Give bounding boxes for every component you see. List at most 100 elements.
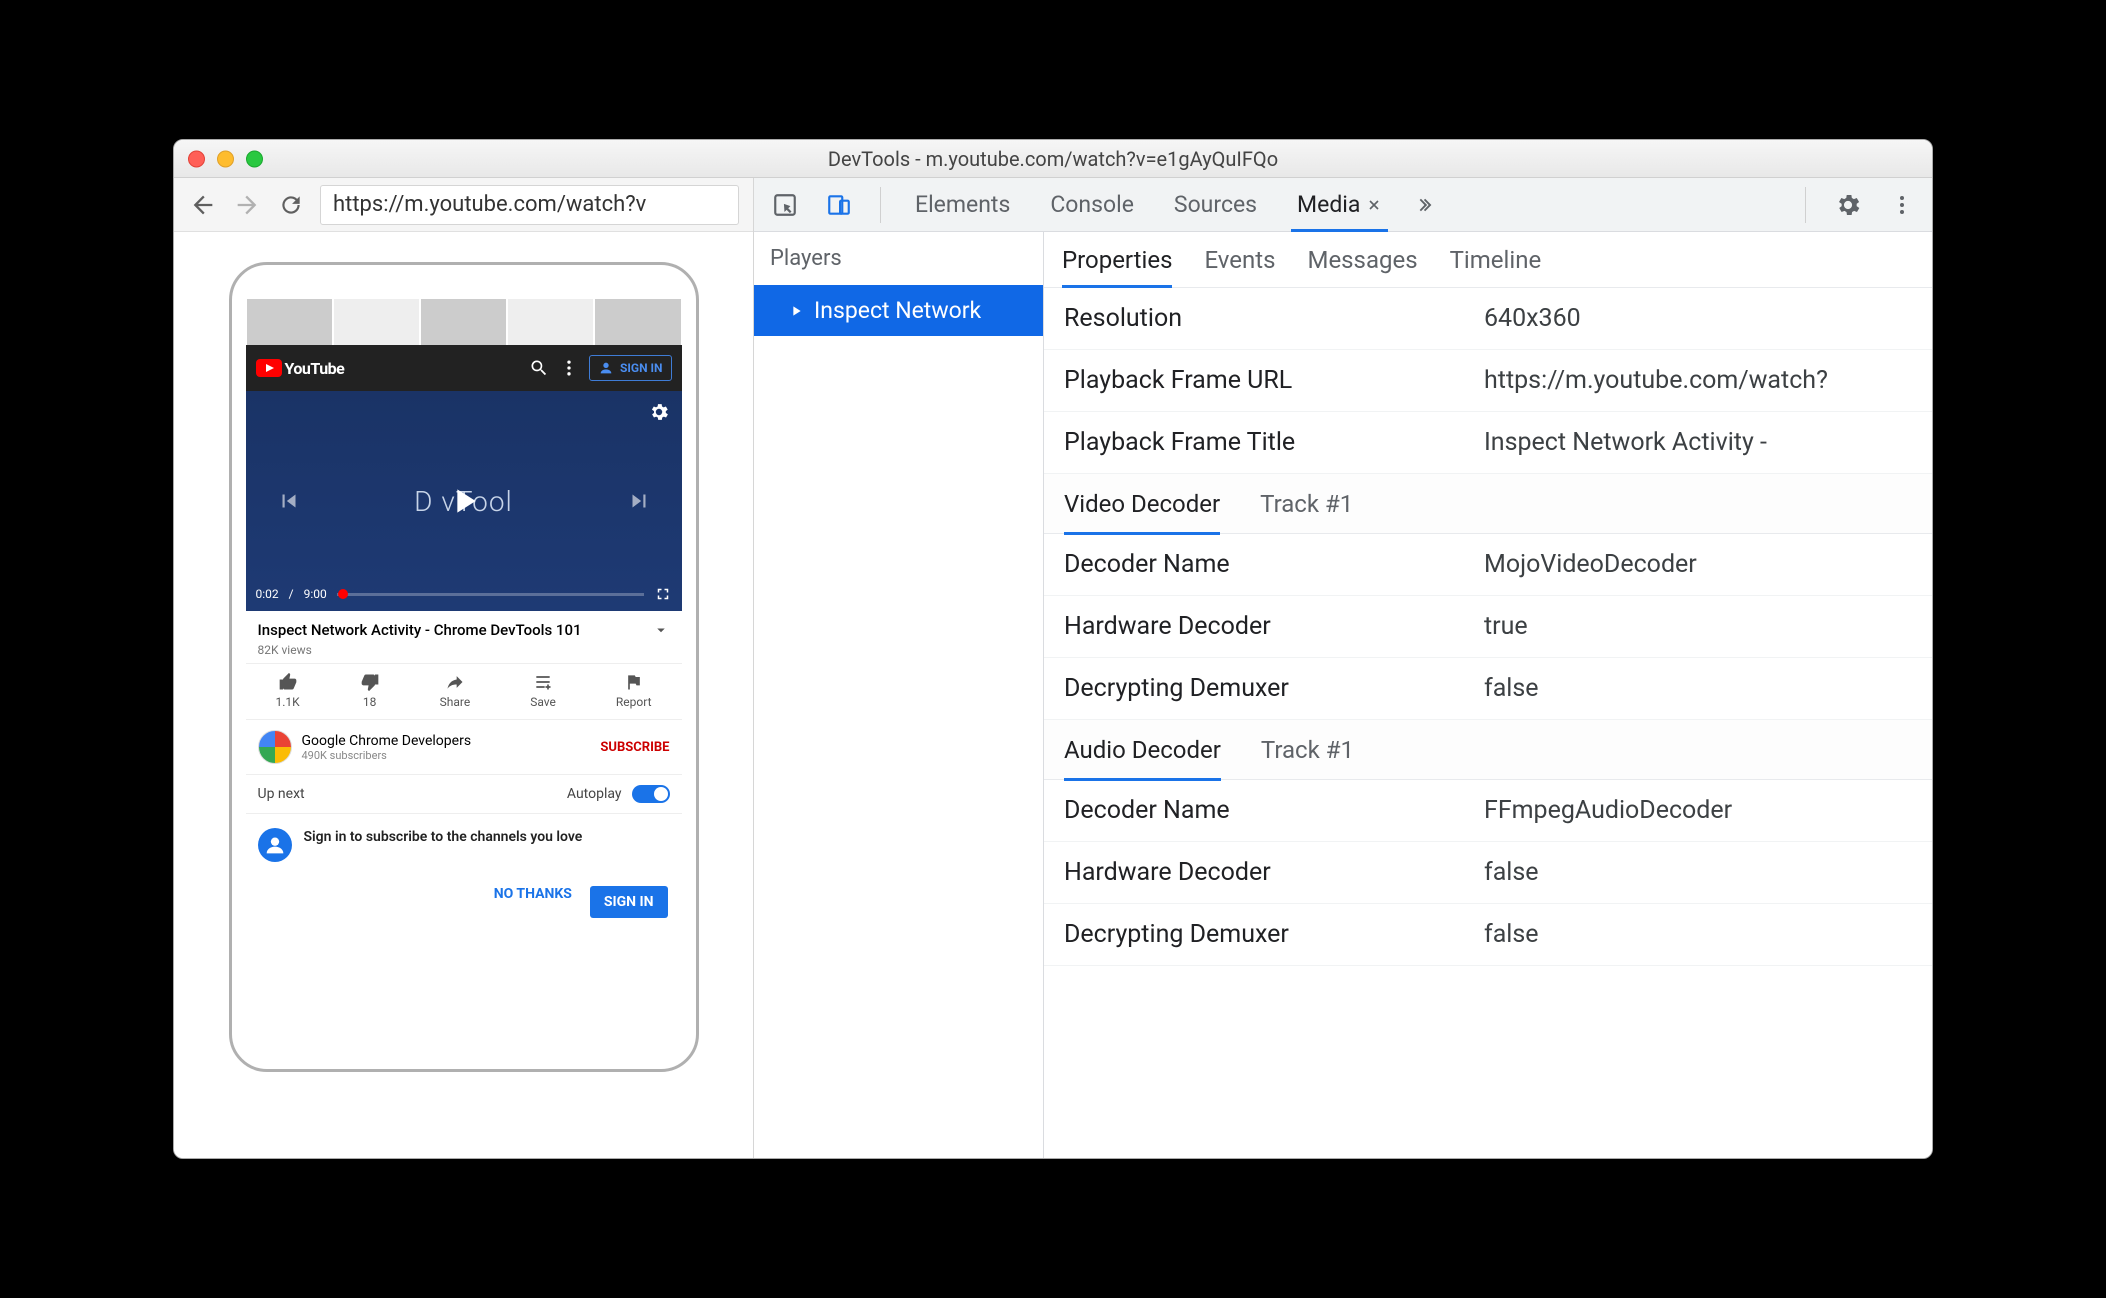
section-video-decoder[interactable]: Video Decoder (1064, 490, 1220, 518)
signin-button[interactable]: SIGN IN (590, 886, 668, 918)
like-count: 1.1K (275, 695, 299, 709)
search-icon[interactable] (529, 358, 549, 378)
section-track-1b[interactable]: Track #1 (1261, 736, 1354, 764)
subscribe-button[interactable]: SUBSCRIBE (600, 740, 669, 755)
properties-subtabs: Properties Events Messages Timeline (1044, 232, 1932, 288)
signin-prompt-text: Sign in to subscribe to the channels you… (304, 828, 583, 846)
address-text: https://m.youtube.com/watch?v (333, 192, 646, 217)
property-key: Decoder Name (1064, 550, 1484, 579)
channel-name[interactable]: Google Chrome Developers (302, 733, 591, 749)
report-button[interactable]: Report (616, 672, 652, 709)
video-title: Inspect Network Activity - Chrome DevToo… (258, 621, 582, 639)
property-value: false (1484, 858, 1912, 887)
avatar-icon (258, 828, 292, 862)
tab-sources[interactable]: Sources (1168, 178, 1263, 231)
property-value: Inspect Network Activity - (1484, 428, 1912, 457)
video-player[interactable]: D vTool (246, 391, 682, 611)
back-button[interactable] (188, 190, 218, 220)
device-preview-area: YouTube SIGN IN (174, 232, 753, 1158)
property-row: Decrypting Demuxer false (1044, 658, 1932, 720)
section-audio-decoder[interactable]: Audio Decoder (1064, 736, 1221, 764)
tab-elements[interactable]: Elements (909, 178, 1016, 231)
titlebar: DevTools - m.youtube.com/watch?v=e1gAyQu… (174, 140, 1932, 178)
next-icon[interactable] (626, 488, 652, 514)
property-row: Hardware Decoder true (1044, 596, 1932, 658)
property-value: FFmpegAudioDecoder (1484, 796, 1912, 825)
no-thanks-button[interactable]: NO THANKS (494, 886, 572, 918)
device-screen: YouTube SIGN IN (246, 299, 682, 1035)
property-row: Decrypting Demuxer false (1044, 904, 1932, 966)
property-key: Hardware Decoder (1064, 612, 1484, 641)
upnext-label: Up next (258, 786, 305, 802)
minimize-window-button[interactable] (217, 150, 234, 167)
signin-prompt-actions: NO THANKS SIGN IN (246, 876, 682, 928)
previous-icon[interactable] (276, 488, 302, 514)
progress-bar[interactable] (337, 593, 644, 596)
settings-gear-icon[interactable] (1834, 191, 1862, 219)
gear-icon[interactable] (648, 401, 670, 423)
address-bar[interactable]: https://m.youtube.com/watch?v (320, 185, 739, 225)
tab-console[interactable]: Console (1044, 178, 1140, 231)
forward-button[interactable] (232, 190, 262, 220)
subtab-messages[interactable]: Messages (1307, 232, 1417, 287)
property-value: https://m.youtube.com/watch? (1484, 366, 1912, 395)
time-current: 0:02 (256, 587, 279, 601)
property-value: 640x360 (1484, 304, 1912, 333)
close-icon[interactable] (1366, 197, 1382, 213)
property-key: Decrypting Demuxer (1064, 920, 1484, 949)
player-controls: 0:02 / 9:00 (256, 585, 672, 603)
audio-decoder-section: Audio Decoder Track #1 (1044, 720, 1932, 780)
subtab-timeline[interactable]: Timeline (1450, 232, 1542, 287)
inspect-element-icon[interactable] (772, 192, 798, 218)
traffic-lights (188, 150, 263, 167)
zoom-window-button[interactable] (246, 150, 263, 167)
signin-prompt: Sign in to subscribe to the channels you… (246, 814, 682, 876)
chevron-down-icon[interactable] (652, 621, 670, 639)
device-toggle-icon[interactable] (826, 192, 852, 218)
players-list-item[interactable]: Inspect Network (754, 285, 1043, 336)
kebab-icon[interactable] (559, 358, 579, 378)
top-signin-label: SIGN IN (620, 361, 663, 375)
property-value: false (1484, 920, 1912, 949)
share-button[interactable]: Share (440, 672, 471, 709)
property-row: Decoder Name MojoVideoDecoder (1044, 534, 1932, 596)
property-row: Decoder Name FFmpegAudioDecoder (1044, 780, 1932, 842)
section-track-1[interactable]: Track #1 (1260, 490, 1353, 518)
channel-avatar[interactable] (258, 730, 292, 764)
top-signin-button[interactable]: SIGN IN (589, 355, 672, 381)
devtools-body: Players Inspect Network Properties Event… (754, 232, 1932, 1158)
property-value: false (1484, 674, 1912, 703)
reload-button[interactable] (276, 190, 306, 220)
property-key: Playback Frame URL (1064, 366, 1484, 395)
channel-subscribers: 490K subscribers (302, 749, 591, 762)
play-icon[interactable] (444, 481, 484, 521)
more-tabs-icon[interactable] (1416, 194, 1438, 216)
subtab-events[interactable]: Events (1204, 232, 1275, 287)
video-decoder-section: Video Decoder Track #1 (1044, 474, 1932, 534)
youtube-brand-text: YouTube (285, 359, 345, 378)
property-value: MojoVideoDecoder (1484, 550, 1912, 579)
autoplay-toggle[interactable] (632, 785, 670, 803)
dislike-button[interactable]: 18 (360, 672, 380, 709)
property-value: true (1484, 612, 1912, 641)
property-key: Hardware Decoder (1064, 858, 1484, 887)
property-key: Playback Frame Title (1064, 428, 1484, 457)
property-row: Playback Frame URL https://m.youtube.com… (1044, 350, 1932, 412)
players-header: Players (754, 232, 1043, 285)
like-button[interactable]: 1.1K (275, 672, 299, 709)
window-title: DevTools - m.youtube.com/watch?v=e1gAyQu… (174, 147, 1932, 171)
properties-panel: Properties Events Messages Timeline Reso… (1044, 232, 1932, 1158)
fullscreen-icon[interactable] (654, 585, 672, 603)
save-button[interactable]: Save (530, 672, 556, 709)
close-window-button[interactable] (188, 150, 205, 167)
property-row: Resolution 640x360 (1044, 288, 1932, 350)
device-frame: YouTube SIGN IN (229, 262, 699, 1072)
property-key: Resolution (1064, 304, 1484, 333)
property-row: Hardware Decoder false (1044, 842, 1932, 904)
tab-media[interactable]: Media (1291, 178, 1388, 231)
subtab-properties[interactable]: Properties (1062, 232, 1172, 287)
devtools-tabstrip: Elements Console Sources Media (754, 178, 1932, 232)
youtube-logo[interactable]: YouTube (256, 359, 345, 378)
channel-row: Google Chrome Developers 490K subscriber… (246, 720, 682, 775)
kebab-menu-icon[interactable] (1890, 193, 1914, 217)
